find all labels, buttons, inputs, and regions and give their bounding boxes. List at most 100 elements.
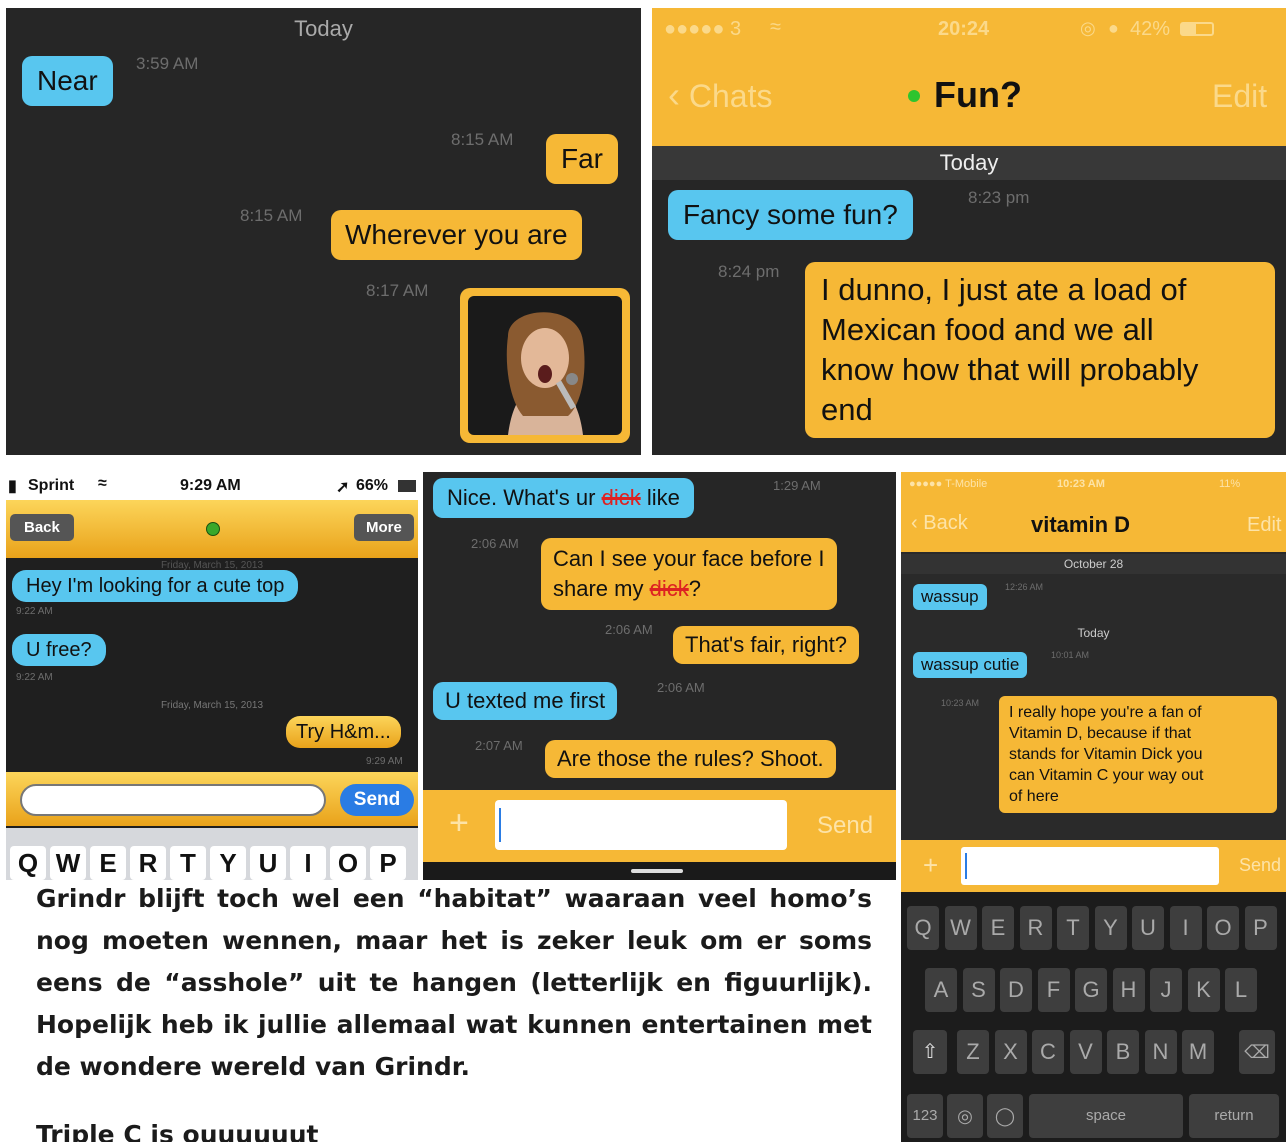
keyboard-key[interactable]: N xyxy=(1144,1030,1177,1074)
message-bubble[interactable]: Can I see your face before I share my di… xyxy=(541,538,837,610)
keyboard-key[interactable]: I xyxy=(1169,906,1202,950)
battery-icon xyxy=(398,480,416,492)
message-time: 8:23 pm xyxy=(968,188,1030,207)
keyboard-key[interactable]: R xyxy=(1019,906,1052,950)
message-bubble[interactable]: Try H&m... xyxy=(286,716,401,748)
keyboard-key[interactable]: E xyxy=(90,846,126,880)
keyboard-key[interactable]: F xyxy=(1037,968,1070,1012)
message-bubble[interactable]: Far xyxy=(546,134,618,184)
send-button[interactable]: Send xyxy=(817,812,873,840)
input-bar: Send xyxy=(6,772,418,826)
keyboard-key[interactable]: P xyxy=(1244,906,1277,950)
message-time: 1:29 AM xyxy=(773,478,821,493)
message-line: I dunno, I just ate a load of xyxy=(821,272,1187,307)
message-line: I really hope you're a fan of xyxy=(1009,704,1202,721)
message-bubble[interactable]: Fancy some fun? xyxy=(668,190,913,240)
keyboard-key[interactable]: K xyxy=(1187,968,1220,1012)
keyboard-key[interactable]: W xyxy=(50,846,86,880)
message-time: 9:22 AM xyxy=(16,606,53,617)
status-carrier: Sprint xyxy=(28,477,75,494)
keyboard-key[interactable]: J xyxy=(1150,968,1182,1012)
numbers-key[interactable]: 123 xyxy=(907,1094,943,1138)
message-input[interactable] xyxy=(961,847,1219,885)
wifi-icon: ≈ xyxy=(98,475,107,492)
keyboard-key[interactable]: U xyxy=(250,846,286,880)
screenshot-1: Today Near 3:59 AM 8:15 AM Far 8:15 AM W… xyxy=(6,8,641,455)
status-battery: 66% xyxy=(356,477,389,494)
date-label: Today xyxy=(294,16,353,41)
keyboard-key[interactable]: L xyxy=(1225,968,1257,1012)
keyboard-key[interactable]: Z xyxy=(957,1030,989,1074)
keyboard-key[interactable]: X xyxy=(994,1030,1027,1074)
keyboard-key[interactable]: V xyxy=(1069,1030,1102,1074)
screenshot-4: Nice. What's ur dick like 1:29 AM 2:06 A… xyxy=(423,472,896,880)
keyboard-key[interactable]: M xyxy=(1182,1030,1214,1074)
back-button[interactable]: Back xyxy=(10,514,74,541)
globe-icon[interactable]: ◎ xyxy=(947,1094,983,1138)
keyboard-key[interactable]: Y xyxy=(210,846,246,880)
keyboard-key[interactable]: W xyxy=(944,906,977,950)
back-button[interactable]: ‹ Back xyxy=(911,512,968,535)
send-button[interactable]: Send xyxy=(340,784,414,816)
more-button[interactable]: More xyxy=(354,514,414,541)
message-bubble[interactable]: Nice. What's ur dick like xyxy=(433,478,694,519)
edit-button[interactable]: Edit xyxy=(1247,514,1281,537)
edit-button[interactable]: Edit xyxy=(1212,78,1267,115)
message-line: Mexican food and we all xyxy=(821,312,1154,347)
keyboard-key[interactable]: G xyxy=(1075,968,1107,1012)
keyboard-key[interactable]: P xyxy=(370,846,406,880)
status-battery: 42% xyxy=(1130,18,1171,40)
keyboard-key[interactable]: O xyxy=(330,846,366,880)
back-button[interactable]: ‹ Chats xyxy=(668,74,772,116)
microphone-icon[interactable]: ◯ xyxy=(987,1094,1023,1138)
keyboard-key[interactable]: T xyxy=(170,846,206,880)
message-time: 10:01 AM xyxy=(1051,650,1090,660)
keyboard-key[interactable]: D xyxy=(1000,968,1032,1012)
keyboard-key[interactable]: I xyxy=(290,846,326,880)
shift-key[interactable]: ⇧ xyxy=(913,1030,947,1074)
message-bubble[interactable]: U free? xyxy=(12,634,106,666)
delete-key[interactable]: ⌫ xyxy=(1239,1030,1275,1074)
keyboard-key[interactable]: O xyxy=(1207,906,1239,950)
keyboard-key[interactable]: H xyxy=(1112,968,1145,1012)
message-line: Vitamin D, because if that xyxy=(1009,725,1192,742)
message-bubble[interactable]: Near xyxy=(22,56,113,106)
keyboard-key[interactable]: R xyxy=(130,846,166,880)
message-bubble[interactable]: I really hope you're a fan of Vitamin D,… xyxy=(999,696,1277,813)
message-bubble[interactable]: wassup xyxy=(913,584,987,611)
keyboard-key[interactable]: U xyxy=(1132,906,1164,950)
keyboard-key[interactable]: T xyxy=(1057,906,1089,950)
message-time: 3:59 AM xyxy=(136,54,199,73)
plus-icon[interactable]: + xyxy=(923,850,938,881)
photo-message[interactable] xyxy=(460,288,630,443)
message-bubble[interactable]: U texted me first xyxy=(433,682,618,721)
keyboard-key[interactable]: Y xyxy=(1094,906,1127,950)
keyboard-key[interactable]: E xyxy=(982,906,1014,950)
space-key[interactable]: space xyxy=(1029,1094,1183,1138)
plus-icon[interactable]: + xyxy=(449,804,469,843)
input-bar: + Send xyxy=(423,790,896,862)
message-input[interactable] xyxy=(20,784,326,816)
location-icon: ➚ xyxy=(336,479,350,496)
message-time: 10:23 AM xyxy=(941,698,980,708)
message-bubble[interactable]: Are those the rules? Shoot. xyxy=(545,740,836,779)
message-bubble[interactable]: wassup cutie xyxy=(913,652,1028,679)
chat-title: Fun? xyxy=(934,74,1022,115)
keyboard-key[interactable]: A xyxy=(925,968,957,1012)
message-bubble[interactable]: I dunno, I just ate a load of Mexican fo… xyxy=(805,262,1275,438)
keyboard-key[interactable]: Q xyxy=(10,846,46,880)
chat-title: vitamin D xyxy=(1031,512,1131,537)
keyboard-key[interactable]: Q xyxy=(907,906,939,950)
message-bubble[interactable]: Wherever you are xyxy=(331,210,582,260)
message-time: 12:26 AM xyxy=(1005,582,1044,592)
return-key[interactable]: return xyxy=(1189,1094,1279,1138)
send-button[interactable]: Send xyxy=(1239,855,1281,876)
keyboard-key[interactable]: C xyxy=(1032,1030,1064,1074)
keyboard-key[interactable]: S xyxy=(962,968,995,1012)
message-bubble[interactable]: That's fair, right? xyxy=(673,626,859,665)
message-time: 8:15 AM xyxy=(451,130,514,149)
message-line: can Vitamin C your way out xyxy=(1009,767,1204,784)
message-bubble[interactable]: Hey I'm looking for a cute top xyxy=(12,570,299,602)
message-input[interactable] xyxy=(495,800,787,850)
keyboard-key[interactable]: B xyxy=(1107,1030,1139,1074)
